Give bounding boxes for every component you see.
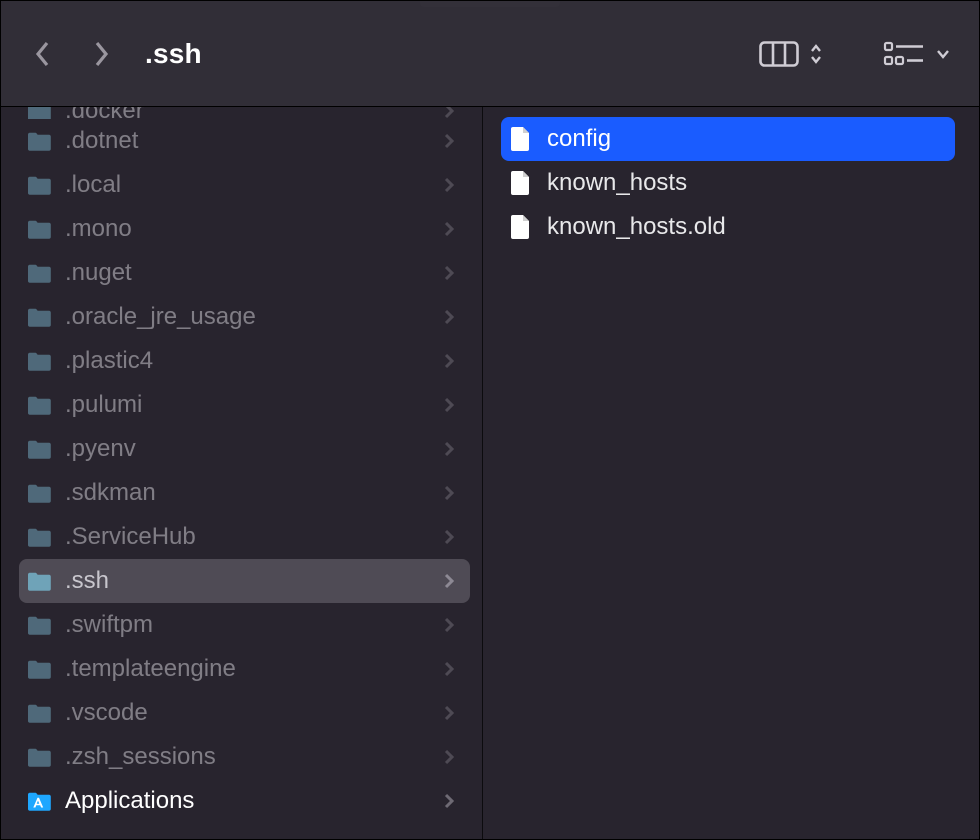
- folder-icon: [25, 129, 53, 153]
- back-button[interactable]: [33, 39, 53, 69]
- folder-icon: [25, 261, 53, 285]
- chevron-right-icon: [440, 573, 458, 589]
- item-label: .nuget: [65, 259, 428, 287]
- folder-icon: [25, 613, 53, 637]
- folder-icon: [25, 217, 53, 241]
- folder-row-mono[interactable]: .mono: [19, 207, 470, 251]
- chevron-right-icon: [440, 397, 458, 413]
- chevron-right-icon: [440, 661, 458, 677]
- forward-button[interactable]: [91, 39, 111, 69]
- folder-row-vscode[interactable]: .vscode: [19, 691, 470, 735]
- folder-row-dotnet[interactable]: .dotnet: [19, 119, 470, 163]
- folder-row-swiftpm[interactable]: .swiftpm: [19, 603, 470, 647]
- chevron-down-icon: [935, 46, 951, 62]
- folder-row-oracle-jre-usage[interactable]: .oracle_jre_usage: [19, 295, 470, 339]
- item-label: .local: [65, 171, 428, 199]
- folder-row-templateengine[interactable]: .templateengine: [19, 647, 470, 691]
- column-view: .docker .dotnet .local .mono .nuget .ora…: [1, 107, 979, 839]
- file-icon: [507, 127, 535, 151]
- chevron-right-icon: [440, 133, 458, 149]
- folder-row-applications[interactable]: Applications: [19, 779, 470, 823]
- toolbar: .ssh: [1, 1, 979, 107]
- chevron-right-icon: [440, 485, 458, 501]
- item-label: .pulumi: [65, 391, 428, 419]
- item-label: .swiftpm: [65, 611, 428, 639]
- item-label: .plastic4: [65, 347, 428, 375]
- current-folder-title: .ssh: [145, 38, 202, 70]
- group-by-button[interactable]: [883, 40, 951, 68]
- titlebar-notch: [420, 1, 560, 7]
- navigation-group: [33, 39, 111, 69]
- item-label: .zsh_sessions: [65, 743, 428, 771]
- folder-icon: [25, 701, 53, 725]
- folder-row-plastic4[interactable]: .plastic4: [19, 339, 470, 383]
- item-label: .ssh: [65, 567, 428, 595]
- chevron-right-icon: [440, 749, 458, 765]
- folder-icon: [25, 437, 53, 461]
- up-down-chevron-icon: [809, 42, 823, 66]
- chevron-right-icon: [440, 441, 458, 457]
- finder-window: .ssh: [0, 0, 980, 840]
- item-label: config: [547, 125, 943, 153]
- file-icon: [507, 215, 535, 239]
- folder-row-docker[interactable]: .docker: [19, 107, 470, 119]
- item-label: .sdkman: [65, 479, 428, 507]
- chevron-right-icon: [440, 617, 458, 633]
- chevron-right-icon: [93, 40, 109, 68]
- item-label: .pyenv: [65, 435, 428, 463]
- item-label: .ServiceHub: [65, 523, 428, 551]
- chevron-right-icon: [440, 221, 458, 237]
- columns-view-icon: [759, 40, 799, 68]
- chevron-right-icon: [440, 177, 458, 193]
- chevron-right-icon: [440, 705, 458, 721]
- folder-row-pyenv[interactable]: .pyenv: [19, 427, 470, 471]
- folder-icon: [25, 393, 53, 417]
- folder-icon: [25, 569, 53, 593]
- folder-row-local[interactable]: .local: [19, 163, 470, 207]
- item-label: known_hosts: [547, 169, 943, 197]
- item-label: Applications: [65, 787, 428, 815]
- item-label: known_hosts.old: [547, 213, 943, 241]
- view-columns-button[interactable]: [759, 40, 823, 68]
- current-folder-column[interactable]: config known_hosts known_hosts.old: [483, 107, 979, 839]
- file-row-known-hosts[interactable]: known_hosts: [501, 161, 955, 205]
- file-row-config[interactable]: config: [501, 117, 955, 161]
- folder-icon: [25, 481, 53, 505]
- chevron-right-icon: [440, 529, 458, 545]
- chevron-right-icon: [440, 265, 458, 281]
- folder-icon: [25, 173, 53, 197]
- item-label: .oracle_jre_usage: [65, 303, 428, 331]
- item-label: .templateengine: [65, 655, 428, 683]
- folder-icon: [25, 745, 53, 769]
- folder-row-sdkman[interactable]: .sdkman: [19, 471, 470, 515]
- folder-row-ssh[interactable]: .ssh: [19, 559, 470, 603]
- folder-icon: [25, 525, 53, 549]
- item-label: .vscode: [65, 699, 428, 727]
- chevron-right-icon: [440, 107, 458, 119]
- folder-icon: [25, 657, 53, 681]
- file-row-known-hosts-old[interactable]: known_hosts.old: [501, 205, 955, 249]
- file-icon: [507, 171, 535, 195]
- applications-folder-icon: [25, 789, 53, 813]
- parent-folder-column[interactable]: .docker .dotnet .local .mono .nuget .ora…: [1, 107, 483, 839]
- folder-icon: [25, 305, 53, 329]
- item-label: .mono: [65, 215, 428, 243]
- folder-row-pulumi[interactable]: .pulumi: [19, 383, 470, 427]
- folder-row-servicehub[interactable]: .ServiceHub: [19, 515, 470, 559]
- folder-icon: [25, 107, 53, 119]
- chevron-right-icon: [440, 309, 458, 325]
- folder-icon: [25, 349, 53, 373]
- toolbar-right-group: [759, 40, 951, 68]
- folder-row-nuget[interactable]: .nuget: [19, 251, 470, 295]
- folder-row-zsh-sessions[interactable]: .zsh_sessions: [19, 735, 470, 779]
- item-label: .docker: [65, 107, 428, 119]
- chevron-left-icon: [35, 40, 51, 68]
- chevron-right-icon: [440, 793, 458, 809]
- chevron-right-icon: [440, 353, 458, 369]
- group-icon: [883, 40, 925, 68]
- item-label: .dotnet: [65, 127, 428, 155]
